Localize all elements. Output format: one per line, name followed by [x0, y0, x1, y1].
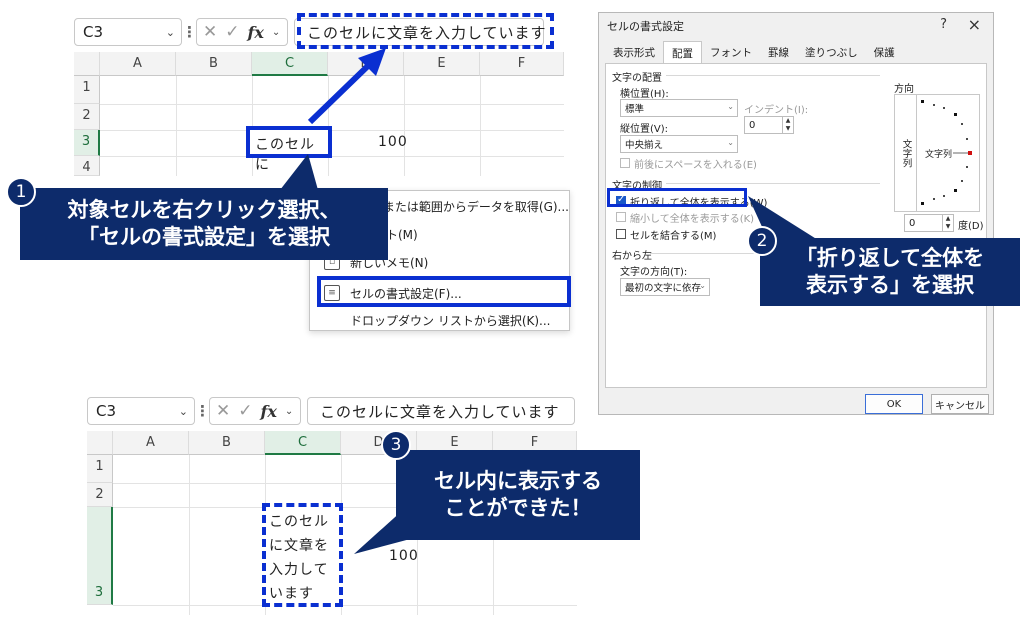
more-icon[interactable]: ⋮ [182, 23, 197, 41]
callout-3-line2: ことができた！ [444, 496, 592, 520]
tab-border[interactable]: 罫線 [760, 41, 797, 63]
ok-button[interactable]: OK [865, 394, 923, 414]
dialog-title: セルの書式設定 [607, 20, 684, 33]
formula-text: このセルに文章を入力しています [320, 402, 560, 421]
callout-3-line1: セル内に表示する [434, 469, 602, 494]
bottom-name-box[interactable]: C3 ⌄ [87, 397, 195, 425]
col-header-f[interactable]: F [480, 52, 564, 76]
tab-fill[interactable]: 塗りつぶし [797, 41, 866, 63]
arrow-icon [307, 48, 386, 125]
cancel-button[interactable]: キャンセル [931, 394, 989, 414]
cancel-icon[interactable]: ✕ [203, 22, 217, 42]
indent-label: インデント(I): [744, 105, 809, 116]
tab-alignment[interactable]: 配置 [663, 41, 702, 63]
chevron-down-icon[interactable]: ⌄ [166, 26, 175, 39]
shrink-to-fit-label: 縮小して全体を表示する(K) [630, 214, 755, 225]
corner-cell[interactable] [87, 431, 113, 455]
col-header-a[interactable]: A [113, 431, 189, 455]
callout-step-2: 「折り返して全体を 表示する」を選択 [760, 238, 1020, 306]
merge-cells-checkbox[interactable] [616, 229, 626, 239]
spinner-arrows-icon: ▲ ▼ [942, 215, 953, 231]
help-icon[interactable]: ? [940, 17, 947, 32]
chevron-down-icon: ⌄ [699, 281, 706, 290]
format-cells-highlight [317, 276, 571, 307]
more-icon[interactable]: ⋮ [195, 402, 210, 420]
horizontal-label: 横位置(H): [620, 89, 669, 100]
section-alignment: 文字の配置 [612, 73, 662, 84]
callout-1-pointer [280, 154, 318, 190]
corner-cell[interactable] [74, 52, 100, 76]
row-header-2[interactable]: 2 [87, 483, 113, 507]
wrapped-line-4: います [269, 586, 314, 602]
wrap-text-highlight [607, 188, 747, 207]
step-number-2: 2 [747, 226, 777, 256]
wrapped-line-1: このセル [269, 514, 329, 530]
degree-spinner[interactable]: 0 ▲ ▼ [904, 214, 954, 232]
callout-2-line2: 表示する」を選択 [806, 273, 974, 297]
horizontal-select[interactable]: 標準 ⌄ [620, 99, 738, 117]
orientation-box[interactable]: 文字列 文字列 [894, 94, 980, 212]
chevron-down-icon[interactable]: ⌄ [179, 405, 188, 418]
callout-step-1: 対象セルを右クリック選択、 「セルの書式設定」を選択 [20, 188, 388, 260]
insert-function-icon[interactable]: fx [248, 23, 264, 42]
dialog-tabs: 表示形式 配置 フォント 罫線 塗りつぶし 保護 [605, 41, 903, 63]
formula-tools: ✕ ✓ fx ⌄ [209, 397, 301, 425]
justify-distributed-checkbox[interactable] [620, 158, 630, 168]
tab-protection[interactable]: 保護 [866, 41, 903, 63]
tab-font[interactable]: フォント [702, 41, 760, 63]
col-header-b[interactable]: B [176, 52, 252, 76]
chevron-down-icon: ⌄ [727, 138, 734, 147]
degree-label: 度(D) [958, 221, 984, 232]
callout-2-line1: 「折り返して全体を [795, 246, 985, 271]
col-header-b[interactable]: B [189, 431, 265, 455]
vertical-text-toggle[interactable]: 文字列 [895, 95, 917, 211]
callout-1-line1: 対象セルを右クリック選択、 [67, 198, 341, 223]
shrink-to-fit-checkbox[interactable] [616, 212, 626, 222]
indent-spinner[interactable]: 0 ▲ ▼ [744, 116, 794, 134]
bottom-formula-input[interactable]: このセルに文章を入力しています [307, 397, 575, 425]
name-box-value: C3 [83, 23, 104, 41]
row-header-1[interactable]: 1 [87, 455, 113, 483]
col-header-c[interactable]: C [265, 431, 341, 455]
formula-tools: ✕ ✓ fx ⌄ [196, 18, 288, 46]
top-name-box[interactable]: C3 ⌄ [74, 18, 182, 46]
callout-1-line2: 「セルの書式設定」を選択 [78, 225, 330, 249]
vertical-label: 縦位置(V): [620, 124, 669, 135]
wrapped-line-2: に文章を [269, 538, 329, 554]
direction-label: 文字の方向(T): [620, 267, 688, 278]
section-right-to-left: 右から左 [612, 251, 652, 262]
vertical-select[interactable]: 中央揃え ⌄ [620, 135, 738, 153]
cell-d3-value[interactable]: 100 [378, 134, 408, 150]
callout-step-3: セル内に表示する ことができた！ [396, 450, 640, 540]
tab-number[interactable]: 表示形式 [605, 41, 663, 63]
wrapped-cell-highlight[interactable]: このセル に文章を 入力して います [262, 503, 343, 607]
spinner-arrows-icon: ▲ ▼ [782, 117, 793, 133]
enter-icon[interactable]: ✓ [225, 22, 239, 42]
merge-cells-label: セルを結合する(M) [630, 231, 717, 242]
chevron-down-icon[interactable]: ⌄ [272, 27, 280, 38]
step-number-3: 3 [381, 430, 411, 460]
row-header-3[interactable]: 3 [87, 507, 113, 605]
name-box-value: C3 [96, 402, 117, 420]
row-header-2[interactable]: 2 [74, 104, 100, 130]
orientation-label: 方向 [894, 84, 914, 95]
step-number-1: 1 [6, 177, 36, 207]
insert-function-icon[interactable]: fx [261, 402, 277, 421]
chevron-down-icon: ⌄ [727, 102, 734, 111]
chevron-down-icon[interactable]: ⌄ [285, 406, 293, 417]
menu-item-dropdown-list[interactable]: ドロップダウン リストから選択(K)... [310, 307, 569, 333]
direction-select[interactable]: 最初の文字に依存 ⌄ [620, 278, 710, 296]
cancel-icon[interactable]: ✕ [216, 401, 230, 421]
row-header-3[interactable]: 3 [74, 130, 100, 156]
close-icon[interactable]: × [968, 15, 981, 34]
enter-icon[interactable]: ✓ [238, 401, 252, 421]
col-header-e[interactable]: E [404, 52, 480, 76]
wrapped-line-3: 入力して [269, 562, 329, 578]
row-header-1[interactable]: 1 [74, 76, 100, 104]
col-header-a[interactable]: A [100, 52, 176, 76]
row-header-4[interactable]: 4 [74, 156, 100, 176]
orientation-text: 文字列 [925, 150, 953, 160]
justify-distributed-label: 前後にスペースを入れる(E) [634, 160, 757, 171]
bottom-formula-bar: C3 ⌄ ⋮ ✕ ✓ fx ⌄ このセルに文章を入力しています [87, 394, 577, 428]
